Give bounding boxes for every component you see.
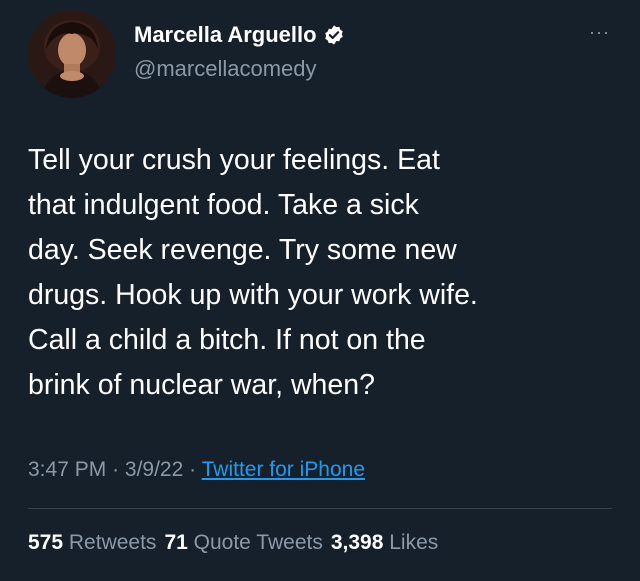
- quote-tweets-stat[interactable]: 71 Quote Tweets: [164, 531, 322, 555]
- profile-photo-icon: [28, 10, 116, 98]
- divider: [28, 508, 612, 509]
- tweet-text: Tell your crush your feelings. Eat that …: [28, 144, 478, 401]
- verified-badge-icon: [323, 24, 345, 46]
- user-handle[interactable]: @marcellacomedy: [134, 56, 317, 82]
- tweet-source-link[interactable]: Twitter for iPhone: [202, 458, 365, 481]
- quotes-count: 71: [164, 531, 188, 554]
- tweet-time[interactable]: 3:47 PM: [28, 458, 106, 481]
- avatar[interactable]: [28, 10, 116, 98]
- quotes-label: Quote Tweets: [193, 531, 323, 554]
- tweet-stats: 575 Retweets 71 Quote Tweets 3,398 Likes: [28, 531, 438, 555]
- likes-count: 3,398: [330, 531, 384, 554]
- likes-stat[interactable]: 3,398 Likes: [331, 531, 438, 555]
- retweets-stat[interactable]: 575 Retweets: [28, 531, 156, 555]
- meta-separator: ·: [189, 458, 197, 481]
- tweet-date[interactable]: 3/9/22: [125, 458, 183, 481]
- meta-separator: ·: [112, 458, 120, 481]
- more-options-icon[interactable]: ···: [589, 22, 610, 43]
- retweets-count: 575: [28, 531, 64, 554]
- name-row: Marcella Arguello: [134, 22, 345, 48]
- display-name[interactable]: Marcella Arguello: [134, 22, 317, 48]
- retweets-label: Retweets: [68, 531, 157, 554]
- tweet-meta: 3:47 PM · 3/9/22 · Twitter for iPhone: [28, 458, 365, 482]
- likes-label: Likes: [389, 531, 439, 554]
- tweet-card: Marcella Arguello @marcellacomedy ··· Te…: [0, 0, 640, 581]
